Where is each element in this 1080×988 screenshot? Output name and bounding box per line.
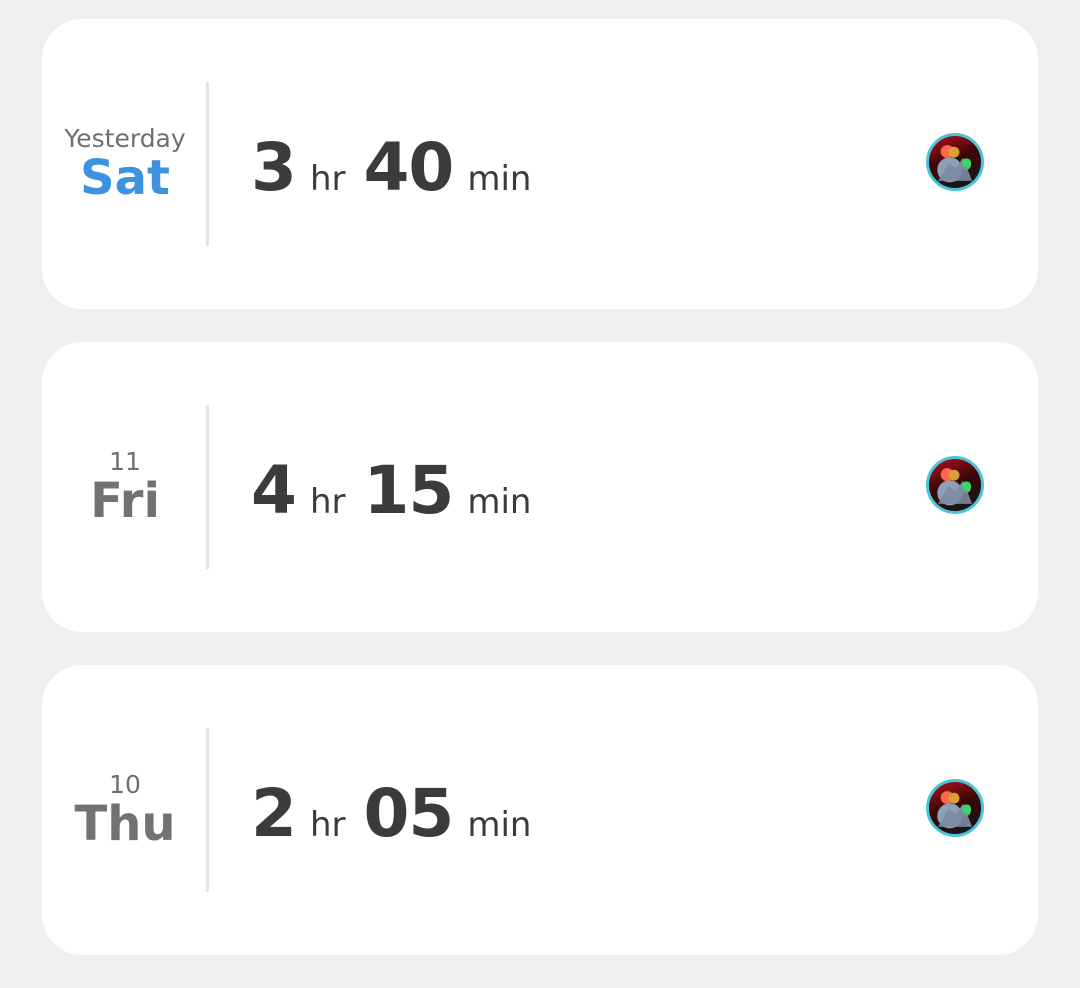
play-activity-card[interactable]: Yesterday Sat 3 hr 40 min	[42, 19, 1038, 309]
day-of-week: Fri	[90, 473, 160, 529]
hours-unit: hr	[309, 805, 346, 845]
hours-unit: hr	[309, 482, 346, 522]
date-column: 11 Fri	[42, 342, 208, 632]
day-of-week: Sat	[80, 150, 170, 206]
play-activity-card[interactable]: 10 Thu 2 hr 05 min	[42, 665, 1038, 955]
minutes-unit: min	[467, 805, 532, 845]
date-column: 10 Thu	[42, 665, 208, 955]
hours-value: 3	[251, 129, 297, 206]
game-avatar-icon[interactable]	[926, 133, 984, 191]
minutes-value: 05	[363, 775, 454, 852]
hours-value: 4	[251, 452, 297, 529]
minutes-unit: min	[467, 159, 532, 199]
minutes-unit: min	[467, 482, 532, 522]
divider	[206, 82, 209, 246]
minutes-value: 40	[363, 129, 454, 206]
play-activity-list: Yesterday Sat 3 hr 40 min 11 Fri 4 hr 15 min	[42, 19, 1038, 988]
divider	[206, 728, 209, 892]
game-avatar-icon[interactable]	[926, 779, 984, 837]
hours-value: 2	[251, 775, 297, 852]
date-column: Yesterday Sat	[42, 19, 208, 309]
day-of-week: Thu	[74, 796, 176, 852]
play-activity-card[interactable]: 11 Fri 4 hr 15 min	[42, 342, 1038, 632]
minutes-value: 15	[363, 452, 454, 529]
game-avatar-icon[interactable]	[926, 456, 984, 514]
divider	[206, 405, 209, 569]
hours-unit: hr	[309, 159, 346, 199]
